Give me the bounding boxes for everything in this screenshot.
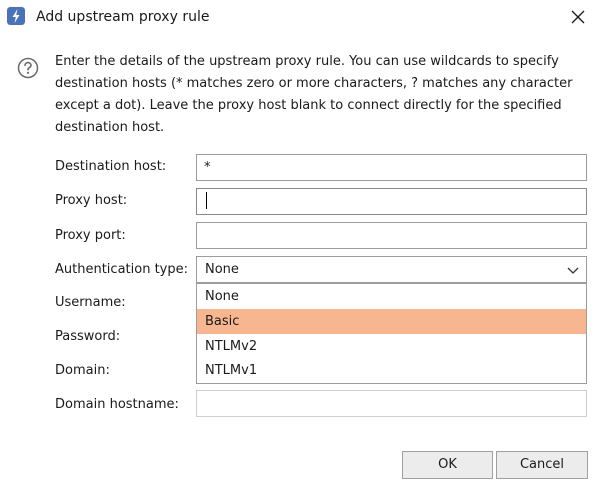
proxy-host-label: Proxy host: <box>55 193 128 208</box>
dropdown-option-none[interactable]: None <box>197 284 586 309</box>
domain-label: Domain: <box>55 363 110 378</box>
dropdown-option-basic[interactable]: Basic <box>197 309 586 334</box>
close-icon <box>571 10 585 24</box>
lightning-bolt-icon <box>7 7 25 25</box>
help-question-icon <box>17 57 39 79</box>
add-upstream-proxy-rule-dialog: Add upstream proxy rule Enter the detail… <box>0 0 597 489</box>
dropdown-option-ntlmv2[interactable]: NTLMv2 <box>197 334 586 359</box>
proxy-port-label: Proxy port: <box>55 228 126 243</box>
title-bar: Add upstream proxy rule <box>0 0 597 34</box>
chevron-down-icon <box>567 267 579 274</box>
authentication-type-value: None <box>205 262 239 277</box>
domain-hostname-label: Domain hostname: <box>55 397 179 412</box>
username-label: Username: <box>55 295 126 310</box>
authentication-type-label: Authentication type: <box>55 262 188 277</box>
help-description: Enter the details of the upstream proxy … <box>55 54 573 135</box>
cancel-button[interactable]: Cancel <box>496 451 588 479</box>
destination-host-input[interactable]: * <box>196 154 587 181</box>
authentication-type-dropdown-list: None Basic NTLMv2 NTLMv1 <box>196 283 587 384</box>
destination-host-label: Destination host: <box>55 159 167 174</box>
ok-button[interactable]: OK <box>402 451 493 479</box>
dialog-title: Add upstream proxy rule <box>36 9 210 25</box>
text-caret <box>206 192 207 209</box>
password-label: Password: <box>55 329 121 344</box>
proxy-host-input[interactable] <box>196 188 587 215</box>
domain-hostname-input[interactable] <box>196 390 587 417</box>
proxy-port-input[interactable] <box>196 222 587 249</box>
dropdown-option-ntlmv1[interactable]: NTLMv1 <box>197 358 586 383</box>
close-button[interactable] <box>562 2 594 32</box>
authentication-type-select[interactable]: None <box>196 256 587 283</box>
